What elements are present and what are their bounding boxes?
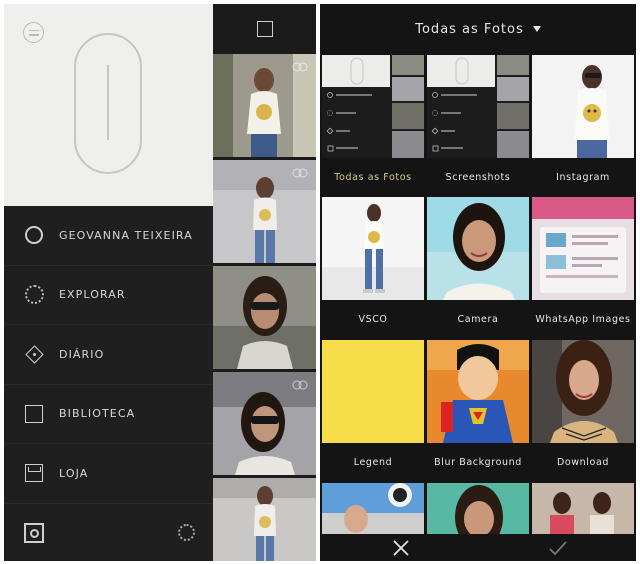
library-photo[interactable] bbox=[213, 160, 316, 263]
album-blur-background[interactable]: Blur Background bbox=[427, 340, 529, 481]
album-thumbnail bbox=[532, 55, 634, 158]
grid-view-toggle[interactable] bbox=[213, 4, 316, 54]
library-photo[interactable] bbox=[213, 372, 316, 475]
side-drawer: GEOVANNA TEIXEIRA EXPLORAR DIÁRIO BIBLIO… bbox=[4, 4, 213, 561]
album-label: WhatsApp Images bbox=[535, 313, 631, 325]
sync-spinner-icon[interactable] bbox=[178, 524, 195, 541]
album-label: Legend bbox=[353, 456, 393, 468]
album-label: Todas as Fotos bbox=[334, 171, 412, 183]
album-item[interactable] bbox=[427, 483, 529, 534]
album-whatsapp-images[interactable]: WhatsApp Images bbox=[532, 197, 634, 338]
bottom-action-bar bbox=[320, 534, 636, 561]
album-item[interactable] bbox=[532, 483, 634, 534]
linked-icon bbox=[292, 62, 308, 72]
library-photo[interactable] bbox=[213, 54, 316, 157]
album-picker-header[interactable]: Todas as Fotos bbox=[320, 4, 636, 54]
profile-circle-icon bbox=[24, 225, 44, 245]
drawer-item-label: DIÁRIO bbox=[59, 347, 105, 361]
album-thumbnail bbox=[322, 483, 424, 534]
drawer-footer bbox=[4, 503, 213, 561]
album-label: Screenshots bbox=[445, 171, 511, 183]
explore-dotted-circle-icon bbox=[24, 285, 44, 305]
album-thumbnail bbox=[427, 197, 529, 300]
library-photo[interactable] bbox=[213, 266, 316, 369]
album-thumbnail bbox=[532, 340, 634, 443]
album-thumbnail bbox=[427, 55, 529, 158]
album-thumbnail bbox=[322, 55, 424, 158]
drawer-item-explore[interactable]: EXPLORAR bbox=[4, 266, 213, 325]
album-thumbnail bbox=[532, 483, 634, 534]
library-grid-strip bbox=[213, 4, 316, 561]
album-thumbnail bbox=[322, 340, 424, 443]
album-thumbnail bbox=[427, 483, 529, 534]
right-screen: Todas as Fotos Todas as Fotos Screenshot… bbox=[320, 4, 636, 561]
album-label: Instagram bbox=[556, 171, 610, 183]
drawer-item-label: GEOVANNA TEIXEIRA bbox=[59, 228, 193, 242]
vsco-capsule-logo bbox=[74, 33, 142, 174]
album-thumbnail bbox=[322, 197, 424, 300]
drawer-item-library[interactable]: BIBLIOTECA bbox=[4, 385, 213, 444]
checkmark-icon[interactable] bbox=[548, 539, 568, 557]
album-thumbnail bbox=[427, 340, 529, 443]
album-download[interactable]: Download bbox=[532, 340, 634, 481]
linked-icon bbox=[292, 168, 308, 178]
drawer-menu: GEOVANNA TEIXEIRA EXPLORAR DIÁRIO BIBLIO… bbox=[4, 206, 213, 504]
album-picker-title: Todas as Fotos bbox=[415, 21, 524, 37]
drawer-item-label: EXPLORAR bbox=[59, 288, 126, 302]
shop-box-icon bbox=[24, 463, 44, 483]
journal-diamond-icon bbox=[24, 344, 44, 364]
album-label: Download bbox=[556, 456, 610, 468]
caret-down-icon bbox=[532, 26, 541, 32]
album-label: Camera bbox=[457, 313, 499, 325]
library-square-icon bbox=[24, 404, 44, 424]
menu-icon[interactable] bbox=[23, 22, 44, 43]
album-legend[interactable]: Legend bbox=[322, 340, 424, 481]
linked-icon bbox=[292, 380, 308, 390]
profile-header bbox=[4, 4, 213, 206]
album-item[interactable] bbox=[322, 483, 424, 534]
drawer-item-profile[interactable]: GEOVANNA TEIXEIRA bbox=[4, 206, 213, 266]
left-screen: GEOVANNA TEIXEIRA EXPLORAR DIÁRIO BIBLIO… bbox=[4, 4, 316, 561]
album-todas-as-fotos[interactable]: Todas as Fotos bbox=[322, 55, 424, 196]
album-camera[interactable]: Camera bbox=[427, 197, 529, 338]
album-thumbnail bbox=[532, 197, 634, 300]
album-label: Blur Background bbox=[434, 456, 522, 468]
drawer-item-label: BIBLIOTECA bbox=[59, 407, 136, 421]
drawer-item-label: LOJA bbox=[59, 466, 89, 480]
album-instagram[interactable]: Instagram bbox=[532, 55, 634, 196]
drawer-item-journal[interactable]: DIÁRIO bbox=[4, 325, 213, 385]
album-vsco[interactable]: VSCO bbox=[322, 197, 424, 338]
drawer-item-shop[interactable]: LOJA bbox=[4, 444, 213, 504]
square-icon bbox=[256, 21, 273, 37]
album-screenshots[interactable]: Screenshots bbox=[427, 55, 529, 196]
close-icon[interactable] bbox=[392, 539, 410, 557]
camera-icon[interactable] bbox=[24, 523, 44, 543]
album-label: VSCO bbox=[358, 313, 388, 325]
library-photo[interactable] bbox=[213, 478, 316, 561]
